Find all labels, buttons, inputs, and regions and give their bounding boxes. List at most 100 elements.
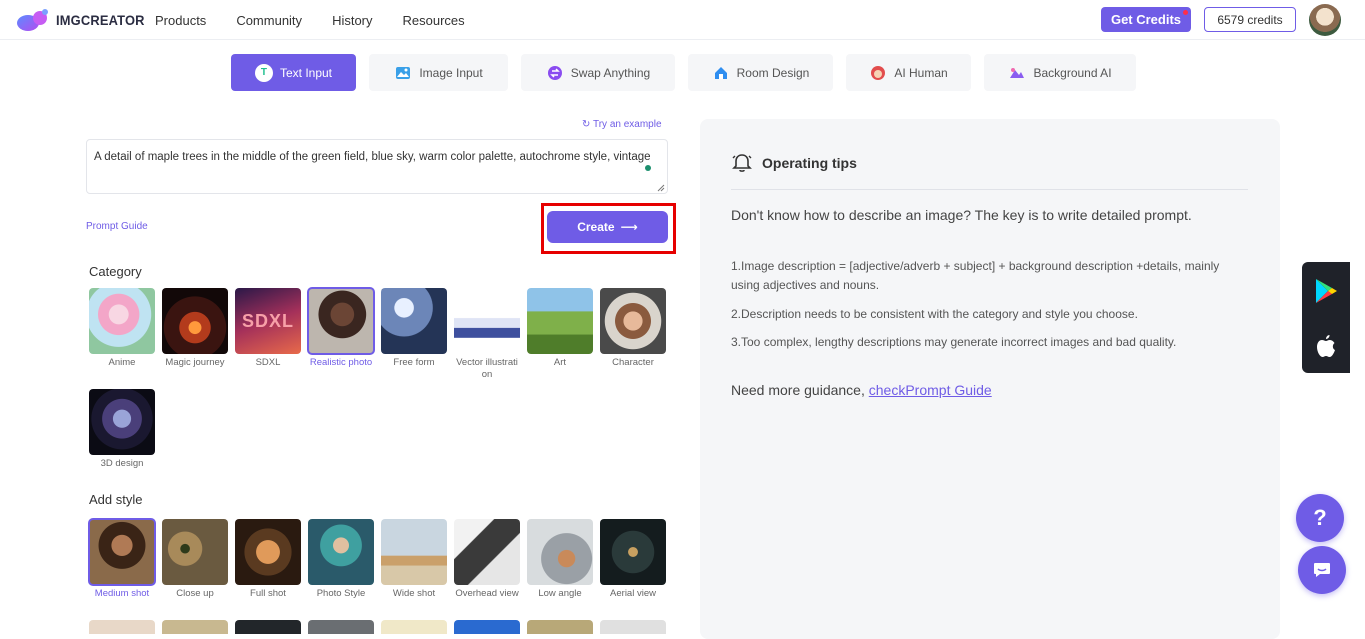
tip-item: 3.Too complex, lengthy descriptions may … (731, 335, 1177, 349)
tab-text-input[interactable]: T Text Input (231, 54, 356, 91)
tab-background-ai[interactable]: Background AI (984, 54, 1136, 91)
style-card-full-shot[interactable]: Full shot (235, 519, 301, 600)
style-card-medium-shot[interactable]: Medium shot (88, 518, 156, 600)
tab-label: Room Design (736, 65, 810, 80)
bell-icon (732, 154, 752, 172)
thumbnail[interactable] (454, 620, 520, 634)
tab-room-design[interactable]: Room Design (688, 54, 833, 91)
category-card-art[interactable]: Art (527, 288, 593, 381)
prompt-textarea[interactable]: A detail of maple trees in the middle of… (86, 139, 668, 194)
category-card-realistic-photo[interactable]: Realistic photo (307, 287, 375, 381)
category-card-free-form[interactable]: Free form (381, 288, 447, 381)
nav-resources[interactable]: Resources (403, 13, 465, 28)
style-grid: Medium shot Close up Full shot Photo Sty… (88, 518, 666, 600)
check-prompt-guide-link[interactable]: checkPrompt Guide (869, 382, 992, 398)
try-example-link[interactable]: ↻ Try an example (582, 119, 662, 130)
help-button[interactable]: ? (1296, 494, 1344, 542)
style-label: Close up (176, 588, 214, 599)
try-example-label: Try an example (592, 119, 662, 130)
tips-title: Operating tips (762, 155, 857, 171)
get-credits-button[interactable]: Get Credits (1101, 7, 1191, 32)
thumbnail[interactable] (89, 620, 155, 634)
thumbnail[interactable] (600, 620, 666, 634)
tab-label: Image Input (419, 65, 483, 80)
thumbnail[interactable] (308, 620, 374, 634)
thumbnail[interactable] (235, 620, 301, 634)
nav-history[interactable]: History (332, 13, 372, 28)
category-card-3d-design[interactable]: 3D design (89, 389, 155, 470)
thumbnail (381, 519, 447, 585)
thumbnail (307, 287, 375, 355)
nav-community[interactable]: Community (236, 13, 302, 28)
tab-ai-human[interactable]: AI Human (846, 54, 971, 91)
style-card-aerial-view[interactable]: Aerial view (600, 519, 666, 600)
prompt-guide-link[interactable]: Prompt Guide (86, 221, 148, 232)
nav-products[interactable]: Products (155, 13, 206, 28)
thumbnail (89, 288, 155, 354)
thumbnail[interactable] (162, 620, 228, 634)
category-card-character[interactable]: Character (600, 288, 666, 381)
tab-label: AI Human (894, 65, 948, 80)
tab-swap-anything[interactable]: Swap Anything (521, 54, 675, 91)
guidance-text: Need more guidance, checkPrompt Guide (731, 382, 992, 398)
logo[interactable]: IMGCREATOR (16, 8, 152, 32)
style-card-overhead-view[interactable]: Overhead view (454, 519, 520, 600)
category-title: Category (89, 264, 142, 279)
category-label: Anime (108, 357, 136, 368)
google-play-icon[interactable] (1314, 278, 1338, 304)
tab-label: Background AI (1033, 65, 1112, 80)
tips-header: Operating tips (731, 152, 857, 174)
apple-icon[interactable] (1315, 334, 1337, 358)
image-icon (394, 64, 412, 82)
thumbnail[interactable] (527, 620, 593, 634)
chat-icon (1314, 563, 1330, 577)
avatar[interactable] (1309, 4, 1341, 36)
text-icon: T (254, 63, 273, 82)
tab-image-input[interactable]: Image Input (369, 54, 508, 91)
style-label: Full shot (250, 588, 286, 599)
category-card-sdxl[interactable]: SDXL SDXL (235, 288, 301, 381)
credits-balance[interactable]: 6579 credits (1204, 7, 1296, 32)
sdxl-overlay-text: SDXL (241, 310, 294, 331)
grammar-status-dot (645, 165, 651, 171)
top-header: IMGCREATOR Products Community History Re… (0, 0, 1365, 40)
house-icon (712, 64, 730, 82)
thumbnail (454, 519, 520, 585)
category-card-vector-illustration[interactable]: Vector illustration (454, 288, 520, 381)
thumbnail (88, 518, 156, 586)
thumbnail (527, 519, 593, 585)
style-card-low-angle[interactable]: Low angle (527, 519, 593, 600)
background-icon (1008, 64, 1026, 82)
category-label: Magic journey (165, 357, 225, 368)
main-nav: Products Community History Resources (155, 0, 495, 40)
thumbnail (235, 519, 301, 585)
category-label: Character (612, 357, 654, 368)
divider (731, 189, 1248, 190)
swap-icon (546, 64, 564, 82)
style-card-wide-shot[interactable]: Wide shot (381, 519, 447, 600)
thumbnail: SDXL (235, 288, 301, 354)
resize-handle-icon[interactable] (657, 184, 665, 192)
tip-item: 2.Description needs to be consistent wit… (731, 307, 1138, 321)
style-label: Aerial view (610, 588, 656, 599)
thumbnail (162, 288, 228, 354)
style-card-photo-style[interactable]: Photo Style (308, 519, 374, 600)
category-card-anime[interactable]: Anime (89, 288, 155, 381)
category-label: Realistic photo (309, 357, 373, 368)
create-button[interactable]: Create ⟶ (547, 211, 668, 243)
category-label: Free form (393, 357, 435, 368)
thumbnail (308, 519, 374, 585)
style-label: Photo Style (316, 588, 366, 599)
tips-intro: Don't know how to describe an image? The… (731, 207, 1192, 223)
chat-button[interactable] (1298, 546, 1346, 594)
create-label: Create (577, 220, 615, 234)
style-card-close-up[interactable]: Close up (162, 519, 228, 600)
human-icon (869, 64, 887, 82)
category-card-magic-journey[interactable]: Magic journey (162, 288, 228, 381)
mode-tabs: T Text Input Image Input Swap Anything R… (231, 54, 1149, 91)
thumbnail[interactable] (381, 620, 447, 634)
thumbnail (381, 288, 447, 354)
app-download-widget (1302, 262, 1350, 373)
logo-icon (17, 9, 48, 31)
category-label: Vector illustration (456, 357, 518, 380)
